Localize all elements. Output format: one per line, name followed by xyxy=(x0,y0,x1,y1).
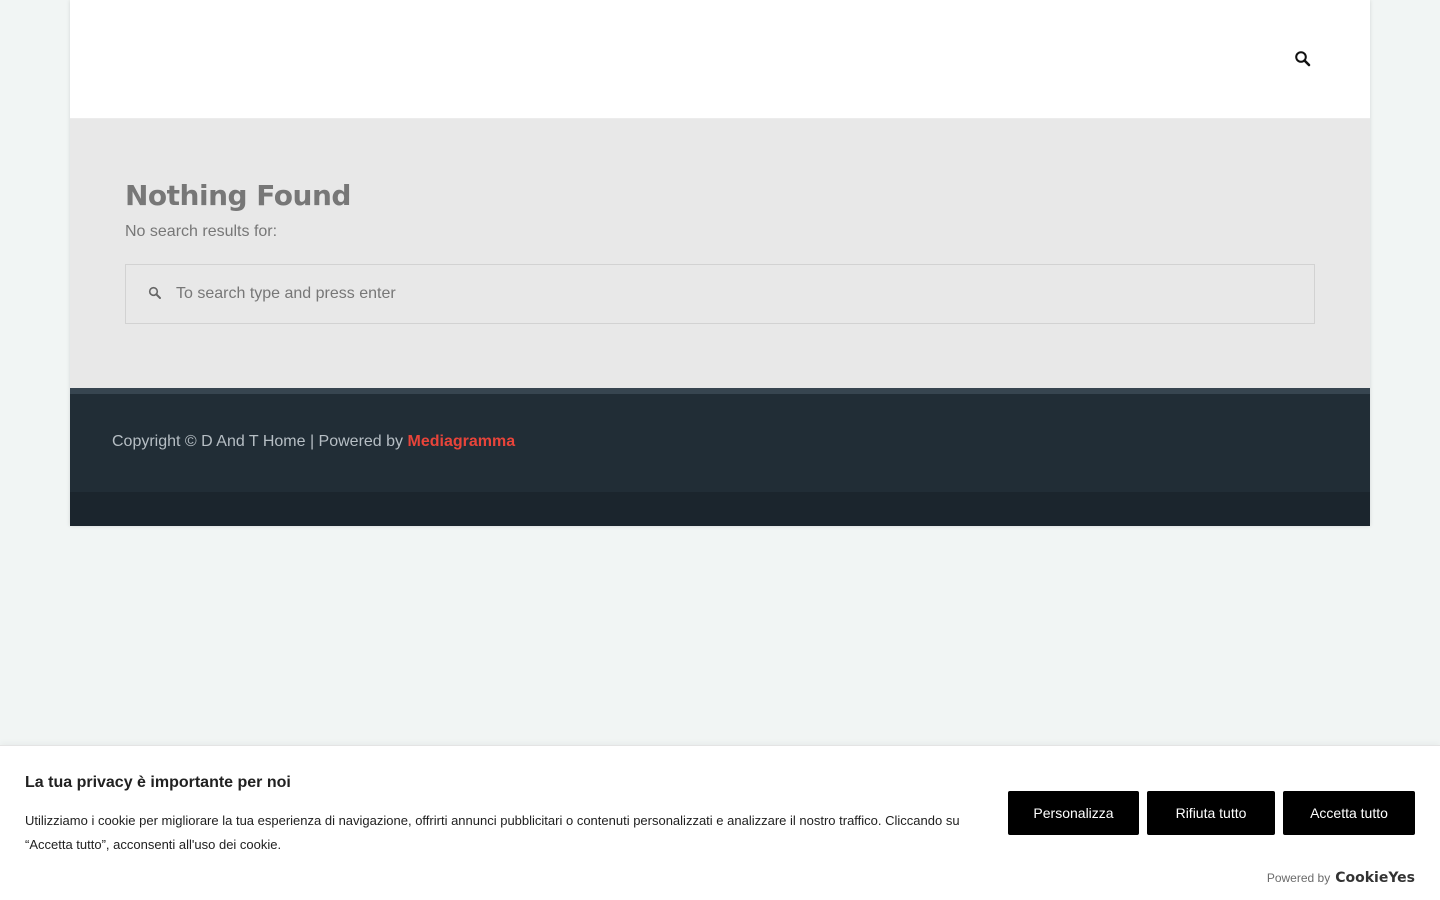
mediagramma-link[interactable]: Mediagramma xyxy=(408,433,516,450)
customize-button[interactable]: Personalizza xyxy=(1008,791,1139,835)
powered-by-label: Powered by xyxy=(1266,871,1331,885)
site-header xyxy=(70,0,1370,119)
footer-bottom-bar xyxy=(70,492,1370,526)
search-results-section: Nothing Found No search results for: xyxy=(70,119,1370,388)
powered-by: Powered by CookieYes xyxy=(1267,870,1415,886)
search-icon xyxy=(148,286,162,300)
reject-all-button[interactable]: Rifiuta tutto xyxy=(1147,791,1275,835)
cookie-banner: La tua privacy è importante per noi Util… xyxy=(0,745,1440,900)
page-container: Nothing Found No search results for: Cop… xyxy=(70,0,1370,526)
cookieyes-logo[interactable]: CookieYes xyxy=(1335,870,1415,886)
cookie-title: La tua privacy è importante per noi xyxy=(25,774,291,791)
search-input[interactable] xyxy=(176,265,1296,323)
copyright-label: Copyright © D And T Home | Powered by xyxy=(112,433,408,450)
search-icon[interactable] xyxy=(1294,50,1312,68)
page-title: Nothing Found xyxy=(125,179,351,212)
copyright-text: Copyright © D And T Home | Powered by Me… xyxy=(112,433,515,451)
accept-all-button[interactable]: Accetta tutto xyxy=(1283,791,1415,835)
no-results-text: No search results for: xyxy=(125,223,278,240)
site-footer: Copyright © D And T Home | Powered by Me… xyxy=(70,394,1370,492)
cookie-description: Utilizziamo i cookie per migliorare la t… xyxy=(25,813,960,852)
search-form xyxy=(125,264,1315,324)
